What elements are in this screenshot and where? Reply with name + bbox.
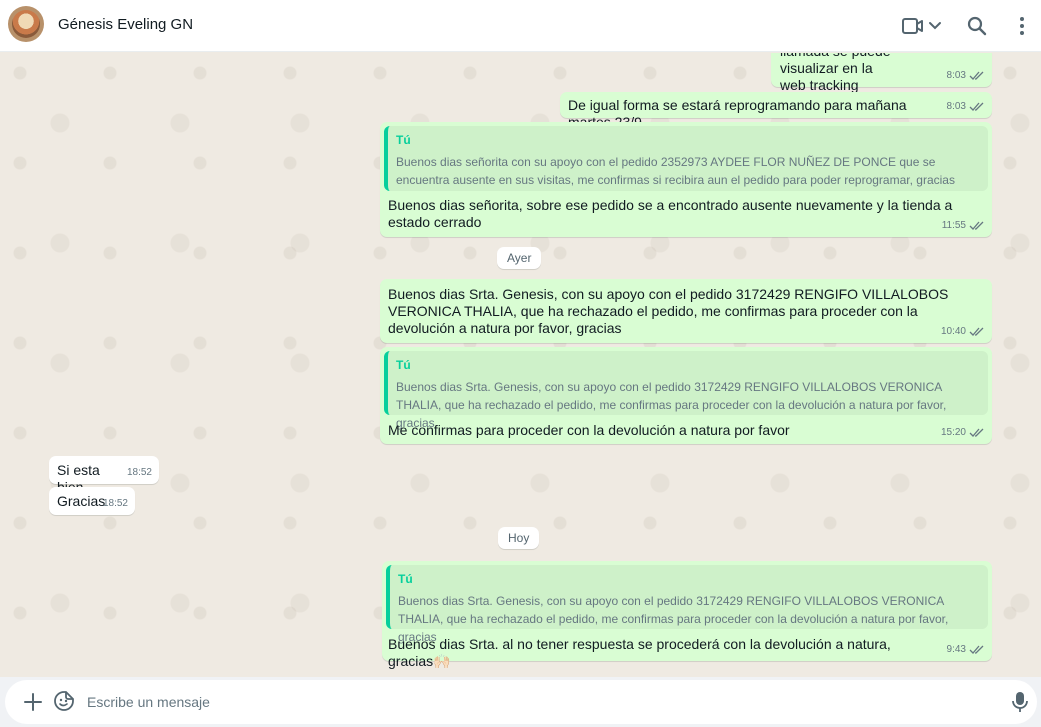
message-meta: 15:20 xyxy=(941,424,985,441)
menu-dots-icon[interactable] xyxy=(1010,14,1034,38)
date-separator: Hoy xyxy=(498,527,540,549)
message-bubble-outgoing[interactable]: Tú Buenos dias Srta. Genesis, con su apo… xyxy=(380,347,992,444)
message-bubble-outgoing[interactable]: De igual forma se estará reprogramando p… xyxy=(560,92,992,130)
avatar[interactable] xyxy=(8,6,44,42)
message-time: 10:40 xyxy=(940,326,966,337)
message-time: 11:55 xyxy=(941,220,966,231)
read-ticks-icon xyxy=(969,102,984,111)
message-bubble-incoming[interactable]: Si esta bien 18:52 xyxy=(49,456,159,495)
avatar-image xyxy=(12,10,40,38)
message-text: Buenos dias Srta. Genesis, con su apoyo … xyxy=(388,286,953,336)
compose-box xyxy=(5,680,1037,724)
message-meta: 18:52 xyxy=(103,495,128,512)
message-text: llamada se puede visualizar en la web tr… xyxy=(780,53,891,93)
message-time: 8:03 xyxy=(946,101,966,112)
date-separator: Ayer xyxy=(497,247,542,269)
message-time: 15:20 xyxy=(940,427,966,438)
message-bubble-incoming[interactable]: Gracias 18:52 xyxy=(49,487,135,515)
message-bubble-outgoing[interactable]: Buenos dias Srta. Genesis, con su apoyo … xyxy=(380,279,992,343)
quote-author: Tú xyxy=(398,572,413,586)
read-ticks-icon xyxy=(969,71,984,80)
read-ticks-icon xyxy=(969,428,984,437)
sticker-icon[interactable] xyxy=(53,690,75,712)
chat-header: Génesis Eveling GN xyxy=(0,0,1041,52)
quote-author: Tú xyxy=(396,358,411,372)
message-bubble-outgoing[interactable]: Tú Buenos dias señorita con su apoyo con… xyxy=(380,122,992,237)
message-list[interactable]: llamada se puede visualizar en la web tr… xyxy=(0,53,1041,677)
search-icon[interactable] xyxy=(965,14,989,38)
message-time: 18:52 xyxy=(102,498,128,509)
message-meta: 18:52 xyxy=(127,464,152,481)
message-meta: 9:43 xyxy=(947,641,985,658)
message-meta: 11:55 xyxy=(942,217,985,234)
read-ticks-icon xyxy=(969,645,984,654)
quote-text: Buenos dias señorita con su apoyo con el… xyxy=(396,155,955,187)
message-text: Gracias xyxy=(57,493,106,509)
message-time: 9:43 xyxy=(946,644,966,655)
message-text: Buenos dias Srta. al no tener respuesta … xyxy=(388,636,895,669)
message-meta: 8:03 xyxy=(947,67,985,84)
message-time: 8:03 xyxy=(946,70,966,81)
message-meta: 8:03 xyxy=(947,98,985,115)
contact-name[interactable]: Génesis Eveling GN xyxy=(58,16,193,33)
read-ticks-icon xyxy=(969,327,984,336)
message-meta: 10:40 xyxy=(941,323,985,340)
quoted-message[interactable]: Tú Buenos dias Srta. Genesis, con su apo… xyxy=(384,351,988,430)
message-bubble-outgoing[interactable]: llamada se puede visualizar en la web tr… xyxy=(771,53,992,93)
quoted-message[interactable]: Tú Buenos dias Srta. Genesis, con su apo… xyxy=(386,565,988,644)
message-time: 18:52 xyxy=(126,467,152,478)
read-ticks-icon xyxy=(969,221,984,230)
mic-icon[interactable] xyxy=(1009,690,1031,714)
plus-icon[interactable] xyxy=(22,691,44,713)
quote-author: Tú xyxy=(396,133,411,147)
message-input[interactable] xyxy=(87,690,987,714)
compose-bar xyxy=(0,677,1041,727)
quoted-message[interactable]: Tú Buenos dias señorita con su apoyo con… xyxy=(384,126,988,191)
message-text: Buenos dias señorita, sobre ese pedido s… xyxy=(388,197,957,230)
video-call-icon[interactable] xyxy=(900,14,944,38)
message-text: Me confirmas para proceder con la devolu… xyxy=(388,422,790,438)
message-bubble-outgoing[interactable]: Tú Buenos dias Srta. Genesis, con su apo… xyxy=(382,561,992,669)
